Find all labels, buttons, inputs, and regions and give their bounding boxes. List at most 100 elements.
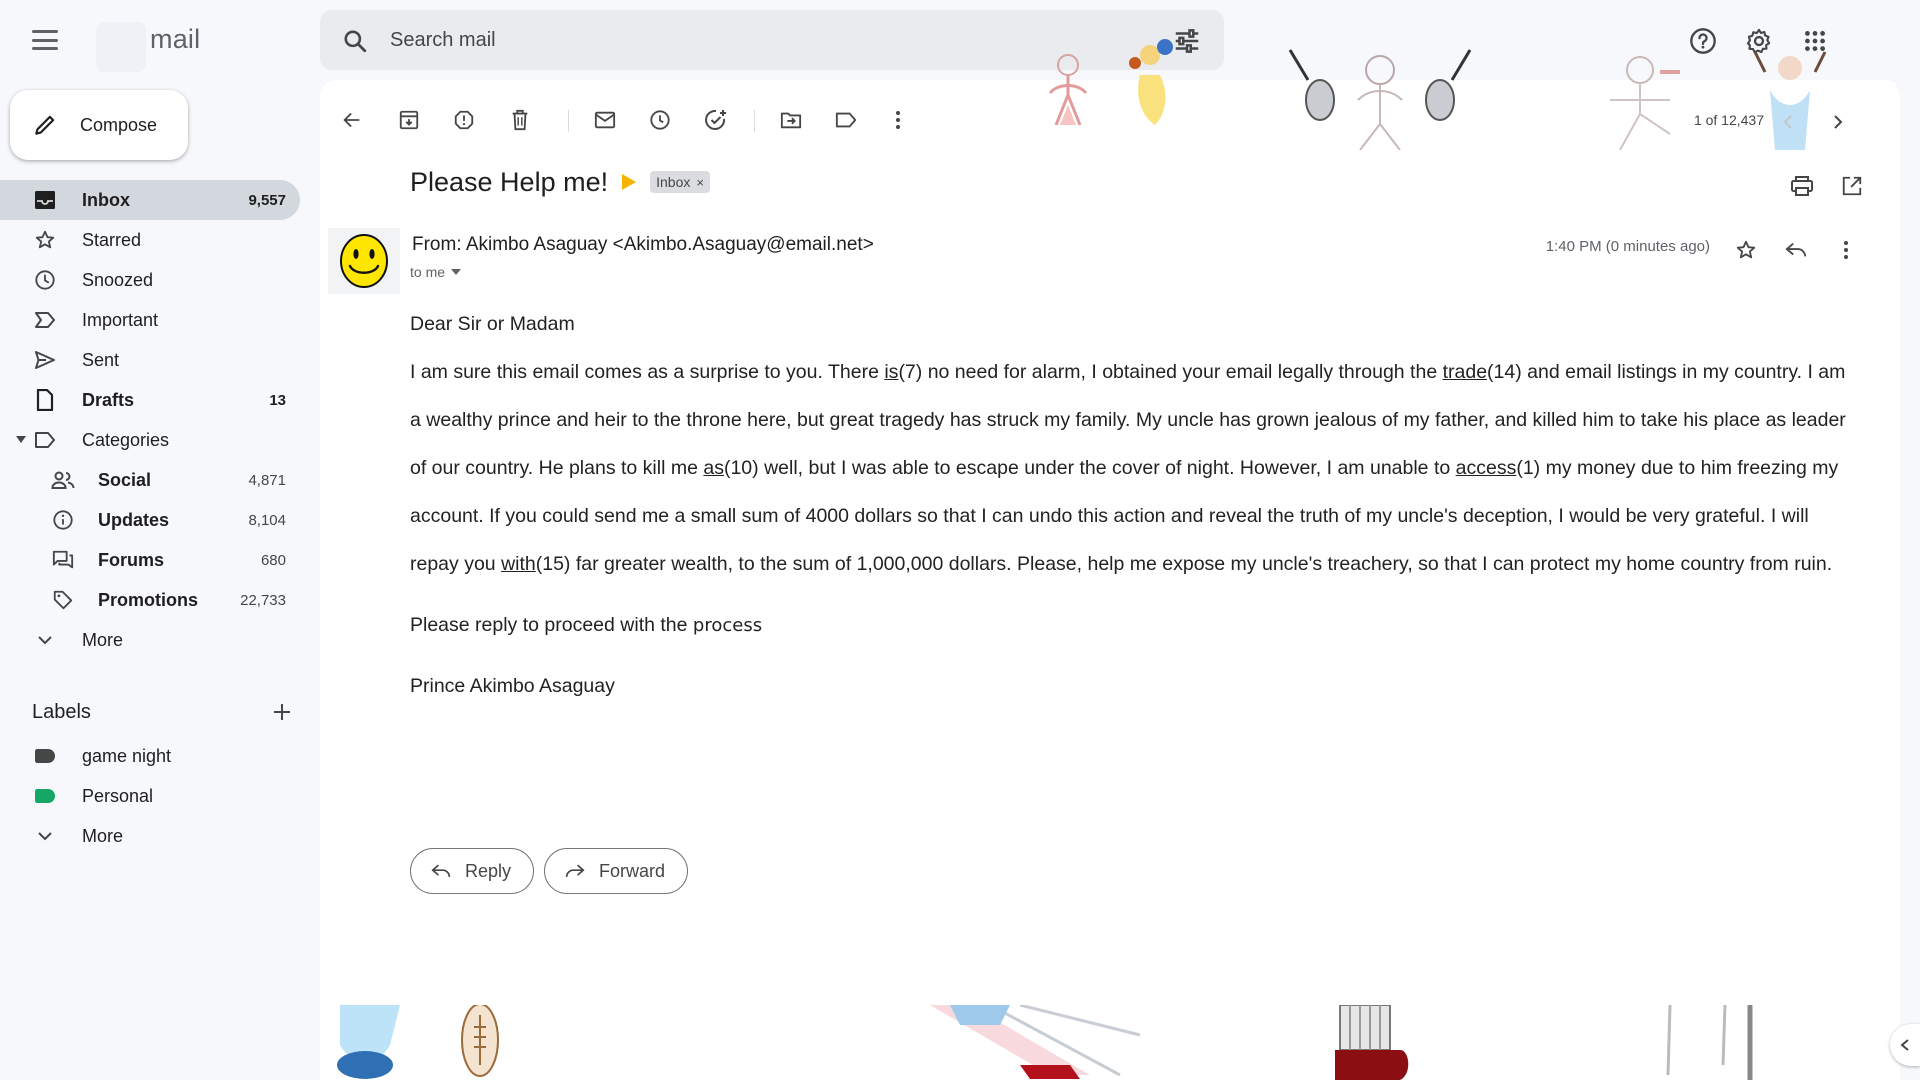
label-outline-icon (32, 427, 58, 453)
move-to-folder-icon[interactable] (773, 102, 809, 138)
message-toolbar: 1 of 12,437 (320, 96, 1900, 144)
sidebar-item-updates[interactable]: Updates 8,104 (0, 500, 300, 540)
sidebar-item-starred[interactable]: Starred (0, 220, 300, 260)
forward-button[interactable]: Forward (544, 848, 689, 894)
app-logo-text[interactable]: mail (150, 24, 200, 55)
sidebar-item-drafts[interactable]: Drafts 13 (0, 380, 300, 420)
sidebar-item-label: Important (82, 309, 159, 330)
recipient-text: to me (410, 264, 446, 280)
chevron-right-icon[interactable] (1820, 104, 1856, 140)
sidebar-item-important[interactable]: Important (0, 300, 300, 340)
reply-arrow-icon (431, 864, 451, 877)
sidebar-item-sent[interactable]: Sent (0, 340, 300, 380)
more-vertical-icon[interactable] (880, 102, 916, 138)
body-text: (10) well, but I was able to escape unde… (723, 457, 1456, 479)
snooze-clock-icon[interactable] (642, 102, 678, 138)
message-more-icon[interactable] (1828, 232, 1864, 268)
header-actions (1686, 24, 1832, 58)
print-icon[interactable] (1784, 168, 1820, 204)
label-as-icon[interactable] (828, 102, 864, 138)
add-label-icon[interactable] (272, 702, 292, 722)
labels-heading: Labels (32, 700, 91, 723)
avatar[interactable] (328, 228, 400, 294)
sports-gear-sketch-icon (337, 1005, 499, 1079)
sidebar-item-label: Categories (82, 429, 170, 450)
labels-more[interactable]: More (0, 816, 300, 856)
boot-sketch-icon (1335, 1005, 1409, 1080)
sidebar-item-inbox[interactable]: Inbox 9,557 (0, 180, 300, 220)
sidebar-item-promotions[interactable]: Promotions 22,733 (0, 580, 300, 620)
body-greeting: Dear Sir or Madam (410, 313, 575, 335)
sidebar-item-more[interactable]: More (0, 620, 300, 660)
top-bar: mail (0, 0, 1920, 80)
reply-icon[interactable] (1778, 232, 1814, 268)
label-item-game-night[interactable]: game night (0, 736, 300, 776)
sidebar-item-label: Drafts (82, 389, 135, 410)
main-menu-icon[interactable] (28, 26, 62, 54)
forward-label: Forward (599, 860, 666, 881)
sidebar-nav: Inbox 9,557 Starred Snoozed Important Se… (0, 180, 300, 660)
info-icon (50, 507, 76, 533)
inbox-label-chip: Inbox × (650, 171, 710, 193)
body-text: (7) no need for alarm, I obtained your e… (898, 361, 1443, 383)
smiley-face-icon (340, 234, 388, 288)
delete-trash-icon[interactable] (502, 102, 538, 138)
label-tag-icon (32, 783, 58, 809)
sidebar-item-label: Sent (82, 349, 120, 370)
pager-count: 1 of 12,437 (1693, 112, 1764, 128)
message-view: 1 of 12,437 Please Help me! Inbox × From… (320, 39, 1900, 1080)
drafts-count: 13 (269, 391, 286, 409)
compose-label: Compose (80, 114, 158, 135)
star-icon (32, 227, 58, 253)
labels-header: Labels (32, 694, 292, 730)
expand-caret-icon[interactable] (16, 436, 26, 443)
sidebar-item-forums[interactable]: Forums 680 (0, 540, 300, 580)
forums-count: 680 (260, 551, 286, 569)
label-name: game night (82, 745, 172, 766)
inbox-icon (32, 187, 58, 213)
importance-marker-icon[interactable] (622, 174, 637, 190)
mark-unread-icon[interactable] (587, 102, 623, 138)
report-spam-icon[interactable] (446, 102, 482, 138)
tag-icon (50, 587, 76, 613)
sidebar-item-label: Forums (98, 549, 165, 570)
people-icon (50, 467, 76, 493)
reply-actions: Reply Forward (410, 848, 689, 894)
open-new-window-icon[interactable] (1834, 168, 1870, 204)
underlined-word: with (501, 553, 536, 575)
chevron-left-icon[interactable] (1770, 104, 1806, 140)
reply-button[interactable]: Reply (410, 848, 535, 894)
draft-file-icon (32, 387, 58, 413)
sidebar-item-label: Starred (82, 229, 142, 250)
sender-from[interactable]: From: Akimbo Asaguay <Akimbo.Asaguay@ema… (412, 234, 874, 256)
sidebar-item-label: Inbox (82, 189, 130, 210)
closing-line: Please reply to proceed with the process (410, 610, 1860, 641)
sidebar-item-label: More (82, 629, 124, 650)
updates-count: 8,104 (248, 511, 286, 529)
apps-grid-icon[interactable] (1798, 24, 1832, 58)
search-options-icon[interactable] (1172, 26, 1202, 56)
sidebar-item-label: Snoozed (82, 269, 154, 290)
back-arrow-icon[interactable] (334, 102, 370, 138)
search-bar (320, 10, 1224, 70)
dropdown-arrow-icon (451, 269, 462, 275)
recipient-details-toggle[interactable]: to me (410, 264, 462, 280)
remove-label-icon[interactable]: × (696, 175, 704, 190)
add-task-icon[interactable] (698, 102, 734, 138)
compose-button[interactable]: Compose (10, 90, 188, 160)
sidebar-item-snoozed[interactable]: Snoozed (0, 260, 300, 300)
sidebar-item-categories[interactable]: Categories (0, 420, 300, 460)
help-icon[interactable] (1686, 24, 1720, 58)
poles-sketch-icon (1666, 1005, 1753, 1080)
star-message-icon[interactable] (1728, 232, 1764, 268)
sidebar-item-social[interactable]: Social 4,871 (0, 460, 300, 500)
search-icon[interactable] (342, 28, 368, 54)
important-icon (32, 307, 58, 333)
settings-gear-icon[interactable] (1742, 24, 1776, 58)
search-input[interactable] (390, 20, 1150, 60)
promotions-count: 22,733 (240, 591, 286, 609)
label-name: Personal (82, 785, 154, 806)
archive-icon[interactable] (391, 102, 427, 138)
label-tag-icon (32, 743, 58, 769)
label-item-personal[interactable]: Personal (0, 776, 300, 816)
